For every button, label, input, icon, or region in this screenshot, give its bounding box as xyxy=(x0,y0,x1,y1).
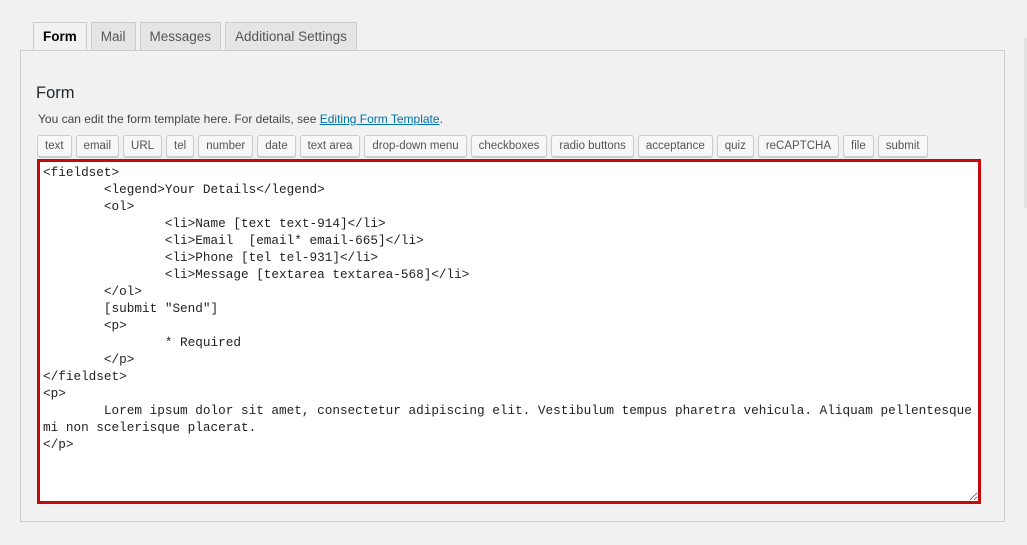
tag-button-submit[interactable]: submit xyxy=(877,135,928,157)
tag-button-number[interactable]: number xyxy=(198,135,254,157)
form-template-editor[interactable]: <fieldset> <legend>Your Details</legend>… xyxy=(37,159,981,504)
tag-button-text-area[interactable]: text area xyxy=(299,135,361,157)
tag-button-file[interactable]: file xyxy=(843,135,874,157)
tag-button-drop-down-menu[interactable]: drop-down menu xyxy=(364,135,467,157)
tag-button-acceptance[interactable]: acceptance xyxy=(637,135,713,157)
editing-form-template-link[interactable]: Editing Form Template xyxy=(320,112,440,126)
tag-button-text[interactable]: text xyxy=(37,135,72,157)
tag-button-email[interactable]: email xyxy=(75,135,120,157)
tag-button-url[interactable]: URL xyxy=(123,135,163,157)
description-suffix: . xyxy=(439,112,443,126)
tab-mail[interactable]: Mail xyxy=(90,22,136,51)
tag-button-recaptcha[interactable]: reCAPTCHA xyxy=(757,135,840,157)
description-text: You can edit the form template here. For… xyxy=(38,112,320,126)
form-panel: Form You can edit the form template here… xyxy=(20,50,1005,522)
section-description: You can edit the form template here. For… xyxy=(38,112,443,126)
tag-button-checkboxes[interactable]: checkboxes xyxy=(470,135,548,157)
tab-messages[interactable]: Messages xyxy=(139,22,222,51)
section-title: Form xyxy=(36,84,75,102)
tag-button-tel[interactable]: tel xyxy=(166,135,195,157)
tab-bar: Form Mail Messages Additional Settings xyxy=(33,22,357,52)
tag-button-date[interactable]: date xyxy=(257,135,296,157)
tag-button-radio-buttons[interactable]: radio buttons xyxy=(551,135,634,157)
tag-button-quiz[interactable]: quiz xyxy=(716,135,754,157)
tag-generator-toolbar: text email URL tel number date text area… xyxy=(37,135,928,157)
tab-form[interactable]: Form xyxy=(33,22,87,52)
tab-additional-settings[interactable]: Additional Settings xyxy=(225,22,357,51)
